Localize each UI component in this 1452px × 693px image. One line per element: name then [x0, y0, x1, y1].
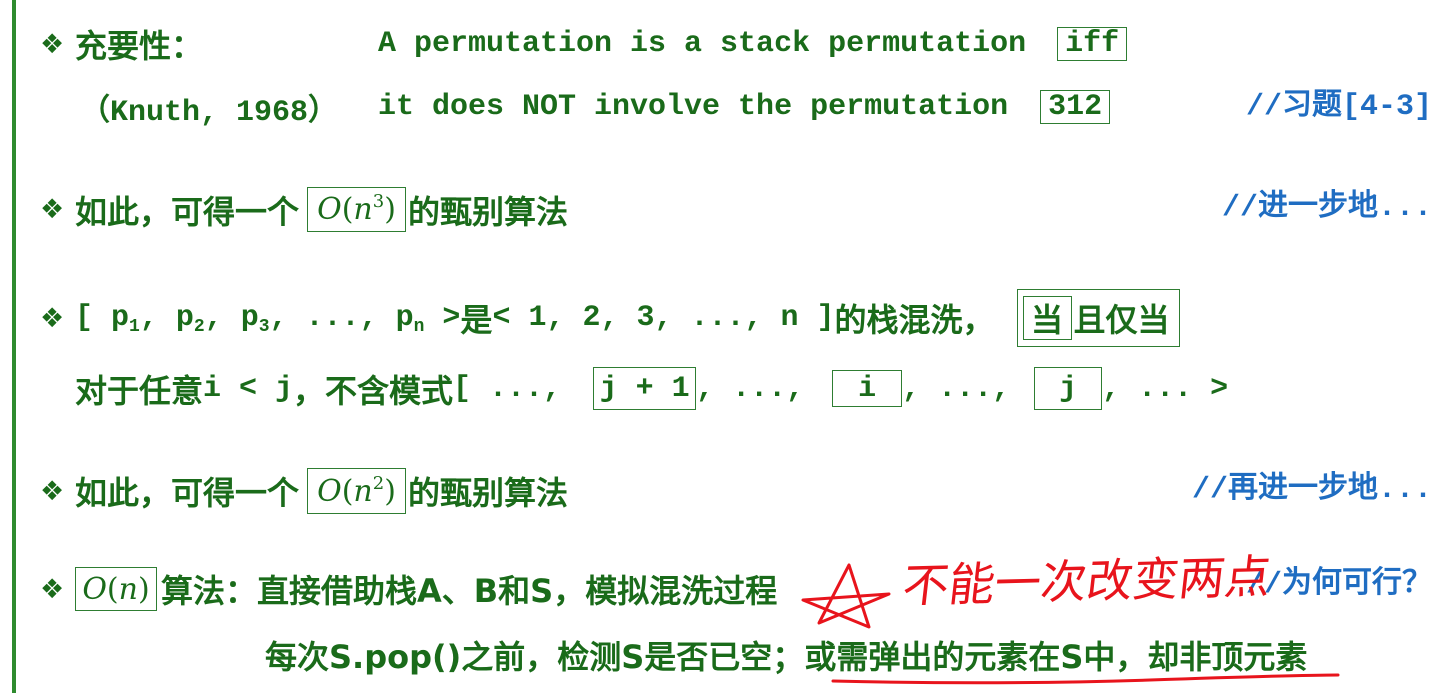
knuth-citation: （Knuth, 1968）	[80, 95, 339, 130]
quadratic-prefix: 如此，可得一个	[75, 474, 300, 512]
big-o-symbol: O	[317, 192, 342, 227]
cubic-prefix: 如此，可得一个	[75, 192, 300, 231]
bullet-icon: ❖	[40, 475, 65, 507]
formula-exponent: 2	[372, 472, 385, 494]
star-mark	[801, 563, 891, 629]
formula-paren-close: )	[137, 571, 150, 607]
line-7-linear-algorithm: ❖ O(n) 算法：直接借助栈A、B和S，模拟混洗过程	[40, 567, 777, 611]
formula-exponent: 3	[372, 191, 385, 212]
bullet-icon: ❖	[40, 573, 65, 605]
pattern-312-box: 312	[1040, 90, 1111, 124]
cubic-suffix: 的甄别算法	[408, 192, 569, 231]
stack-shuffle-suffix: 的栈混洗，	[834, 301, 995, 339]
term-subscript: 3	[258, 317, 270, 337]
line-4-criterion: ❖ [ p1, p2, p3, ..., pn > 是 < 1, 2, 3, .…	[40, 289, 1180, 347]
line-5-forbidden-pattern: 对于任意 i < j ，不含模式 [ ..., j + 1 , ..., i ,…	[75, 367, 1228, 410]
formula-paren-open: (	[106, 571, 119, 607]
formula-variable: n	[353, 192, 373, 227]
line-1-heading: ❖ 充要性：	[40, 27, 203, 65]
pattern-312-text: 312	[1048, 90, 1103, 124]
line-2-statement: it does NOT involve the permutation 312	[378, 90, 1111, 124]
check-condition-part1: 每次S.pop()之前，检测S是否已空；	[265, 638, 805, 676]
iff-condition-box: 当且仅当	[1016, 289, 1180, 347]
line-2-citation: （Knuth, 1968）	[80, 90, 338, 130]
why-feasible-comment: //为何可行？	[1245, 568, 1432, 602]
formula-paren-close: )	[384, 192, 396, 227]
pattern-box-j: j	[1034, 367, 1103, 410]
cubic-complexity-box: O(n3)	[307, 187, 407, 232]
bullet-icon: ❖	[40, 194, 65, 225]
seq-ellipsis: ...	[305, 301, 360, 335]
handwritten-annotation: 不能一次改变两点	[899, 549, 1274, 614]
pattern-separator: , ...,	[902, 371, 1029, 406]
pattern-intro-b: i < j	[203, 371, 294, 406]
term-base: p	[395, 301, 414, 335]
even-further-comment: //再进一步地...	[1191, 473, 1432, 507]
permutation-sequence: [ p1, p2, p3, ..., pn >	[75, 301, 461, 337]
big-o-symbol: O	[82, 571, 107, 607]
line-3-cubic-algorithm: ❖ 如此，可得一个 O(n3) 的甄别算法	[40, 187, 568, 232]
further-comment: //进一步地...	[1221, 191, 1432, 225]
formula-paren-open: (	[341, 192, 354, 227]
term-base: p	[175, 301, 194, 335]
seq-close: >	[424, 301, 461, 335]
formula-variable: n	[118, 571, 138, 607]
inner-box: 当	[1022, 296, 1072, 340]
term-subscript: 2	[193, 317, 205, 337]
quadratic-suffix: 的甄别算法	[408, 474, 569, 512]
pattern-intro-c: ，不含模式	[293, 371, 454, 410]
exercise-comment: //习题[4-3]	[1245, 90, 1432, 124]
linear-algorithm-text: 算法：直接借助栈A、B和S，模拟混洗过程	[161, 572, 778, 610]
linear-complexity-formula: O(n)	[82, 572, 149, 607]
seq-separator: ,	[139, 301, 176, 335]
cubic-complexity-formula: O(n3)	[317, 191, 396, 227]
seq-open: [	[75, 301, 112, 335]
pattern-box-j-plus-1-text: j + 1	[599, 371, 690, 406]
target-sequence: < 1, 2, 3, ..., n ]	[492, 301, 835, 335]
formula-paren-open: (	[341, 473, 354, 509]
term-base: p	[111, 301, 130, 335]
term-subscript: 1	[129, 317, 140, 337]
left-rule	[12, 0, 16, 693]
seq-separator: ,	[204, 301, 241, 335]
iff-box: iff	[1057, 27, 1128, 61]
formula-paren-close: )	[384, 473, 396, 509]
seq-separator: ,	[269, 301, 306, 335]
quadratic-complexity-box: O(n2)	[307, 468, 407, 514]
big-o-symbol: O	[317, 473, 342, 509]
pattern-box-i: i	[832, 370, 903, 407]
line-8-check-condition: 每次S.pop()之前，检测S是否已空； 或需弹出的元素在S中，却非顶元素	[265, 638, 1307, 676]
term-subscript: n	[413, 317, 425, 337]
theorem-label: 充要性：	[75, 27, 204, 65]
iff-text: iff	[1065, 27, 1120, 61]
pattern-close: , ... >	[1102, 371, 1229, 406]
pattern-separator: , ...,	[696, 371, 823, 406]
slide: ❖ 充要性： A permutation is a stack permutat…	[0, 0, 1452, 693]
line-6-quadratic-algorithm: ❖ 如此，可得一个 O(n2) 的甄别算法	[40, 468, 568, 514]
theorem-statement: A permutation is a stack permutation	[378, 27, 1027, 61]
pattern-box-i-text: i	[858, 371, 877, 406]
term-base: p	[240, 301, 259, 335]
condition-rest-text: 且仅当	[1073, 301, 1170, 339]
pattern-box-j-text: j	[1059, 371, 1078, 406]
inner-box-text: 当	[1031, 301, 1064, 339]
formula-variable: n	[353, 473, 373, 509]
check-condition-part2: 或需弹出的元素在S中，却非顶元素	[804, 638, 1308, 676]
is-word: 是	[460, 301, 493, 339]
pattern-box-j-plus-1: j + 1	[593, 367, 697, 410]
quadratic-complexity-formula: O(n2)	[317, 472, 396, 509]
bullet-icon: ❖	[40, 28, 65, 60]
line-1-statement: A permutation is a stack permutation iff	[378, 27, 1128, 61]
bullet-icon: ❖	[40, 302, 65, 334]
pattern-open: [ ...,	[453, 371, 580, 406]
linear-complexity-box: O(n)	[75, 567, 157, 611]
seq-separator: ,	[359, 301, 396, 335]
pattern-intro-a: 对于任意	[75, 371, 204, 410]
pattern-statement: it does NOT involve the permutation	[378, 90, 1009, 124]
